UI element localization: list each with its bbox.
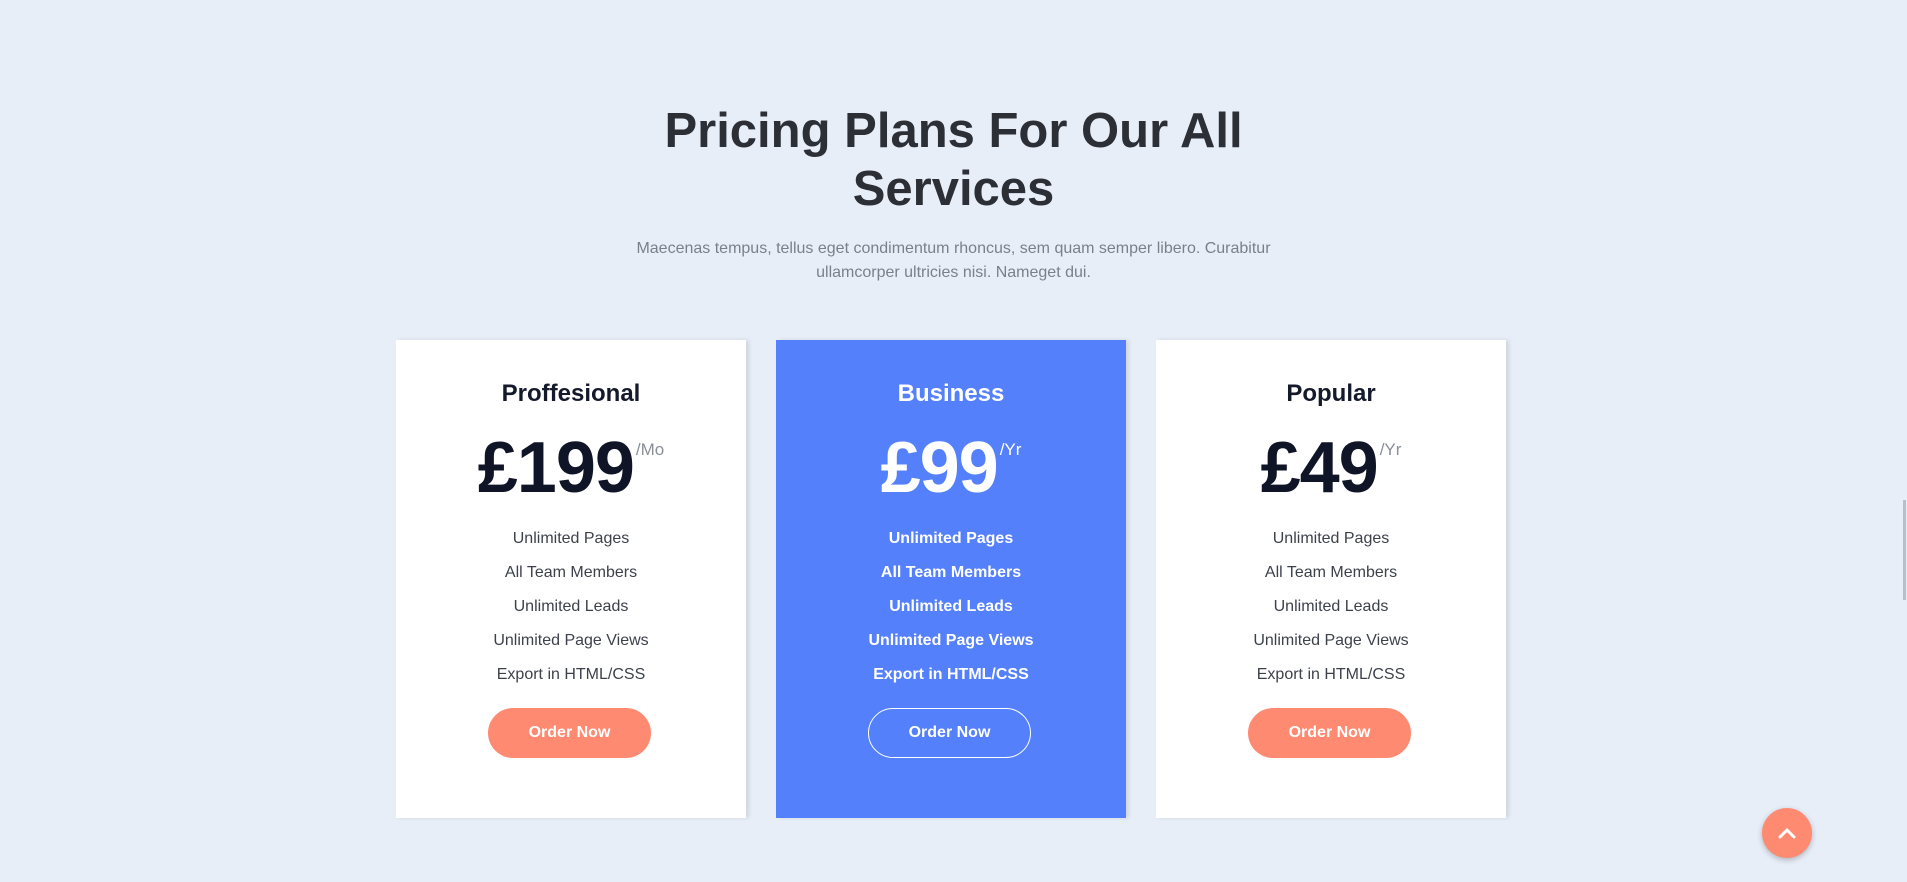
plan-period: /Mo (635, 440, 665, 459)
feature-item: All Team Members (504, 564, 638, 581)
plan-period: /Yr (999, 440, 1022, 459)
subtitle-line-1: Maecenas tempus, tellus eget condimentum… (636, 240, 1271, 257)
feature-item: All Team Members (1264, 564, 1398, 581)
feature-list: Unlimited Pages All Team Members Unlimit… (776, 522, 1126, 692)
subtitle-line-2: ullamcorper ultricies nisi. Nameget dui. (816, 264, 1091, 281)
title-line-1: Pricing Plans For Our All (664, 104, 1243, 158)
title-line-2: Services (852, 162, 1055, 216)
pricing-card-popular: Popular £49 /Yr Unlimited Pages All Team… (1156, 340, 1506, 818)
page-title: Pricing Plans For Our All Services (0, 102, 1907, 218)
plan-price: £49 (1260, 428, 1379, 508)
feature-item: All Team Members (880, 564, 1022, 581)
plan-price: £99 (880, 428, 999, 508)
plan-name: Proffesional (501, 380, 641, 407)
pricing-section: Pricing Plans For Our All Services Maece… (0, 0, 1907, 882)
feature-item: Unlimited Pages (512, 530, 630, 547)
order-now-button[interactable]: Order Now (1248, 708, 1411, 758)
feature-item: Unlimited Pages (888, 530, 1014, 547)
scroll-to-top-button[interactable] (1762, 808, 1812, 858)
feature-item: Unlimited Page Views (868, 632, 1034, 649)
feature-item: Unlimited Leads (513, 598, 629, 615)
plan-name: Popular (1286, 380, 1376, 407)
scrollbar-thumb[interactable] (1903, 500, 1906, 600)
feature-item: Unlimited Page Views (493, 632, 649, 649)
plan-name: Business (897, 380, 1005, 407)
section-subtitle: Maecenas tempus, tellus eget condimentum… (0, 237, 1907, 285)
plan-price: £199 (477, 428, 635, 508)
feature-item: Unlimited Pages (1272, 530, 1390, 547)
price-row: £99 /Yr (776, 428, 1126, 508)
pricing-card-proffesional: Proffesional £199 /Mo Unlimited Pages Al… (396, 340, 746, 818)
price-row: £199 /Mo (396, 428, 746, 508)
feature-item: Unlimited Leads (1273, 598, 1389, 615)
feature-list: Unlimited Pages All Team Members Unlimit… (396, 522, 746, 692)
feature-item: Unlimited Leads (889, 598, 1013, 615)
pricing-card-business: Business £99 /Yr Unlimited Pages All Tea… (776, 340, 1126, 818)
plan-period: /Yr (1379, 440, 1402, 459)
chevron-up-icon (1778, 828, 1796, 839)
feature-item: Export in HTML/CSS (1256, 666, 1406, 683)
feature-item: Export in HTML/CSS (496, 666, 646, 683)
price-row: £49 /Yr (1156, 428, 1506, 508)
feature-list: Unlimited Pages All Team Members Unlimit… (1156, 522, 1506, 692)
order-now-button[interactable]: Order Now (868, 708, 1031, 758)
feature-item: Unlimited Page Views (1253, 632, 1409, 649)
feature-item: Export in HTML/CSS (873, 666, 1029, 683)
order-now-button[interactable]: Order Now (488, 708, 651, 758)
